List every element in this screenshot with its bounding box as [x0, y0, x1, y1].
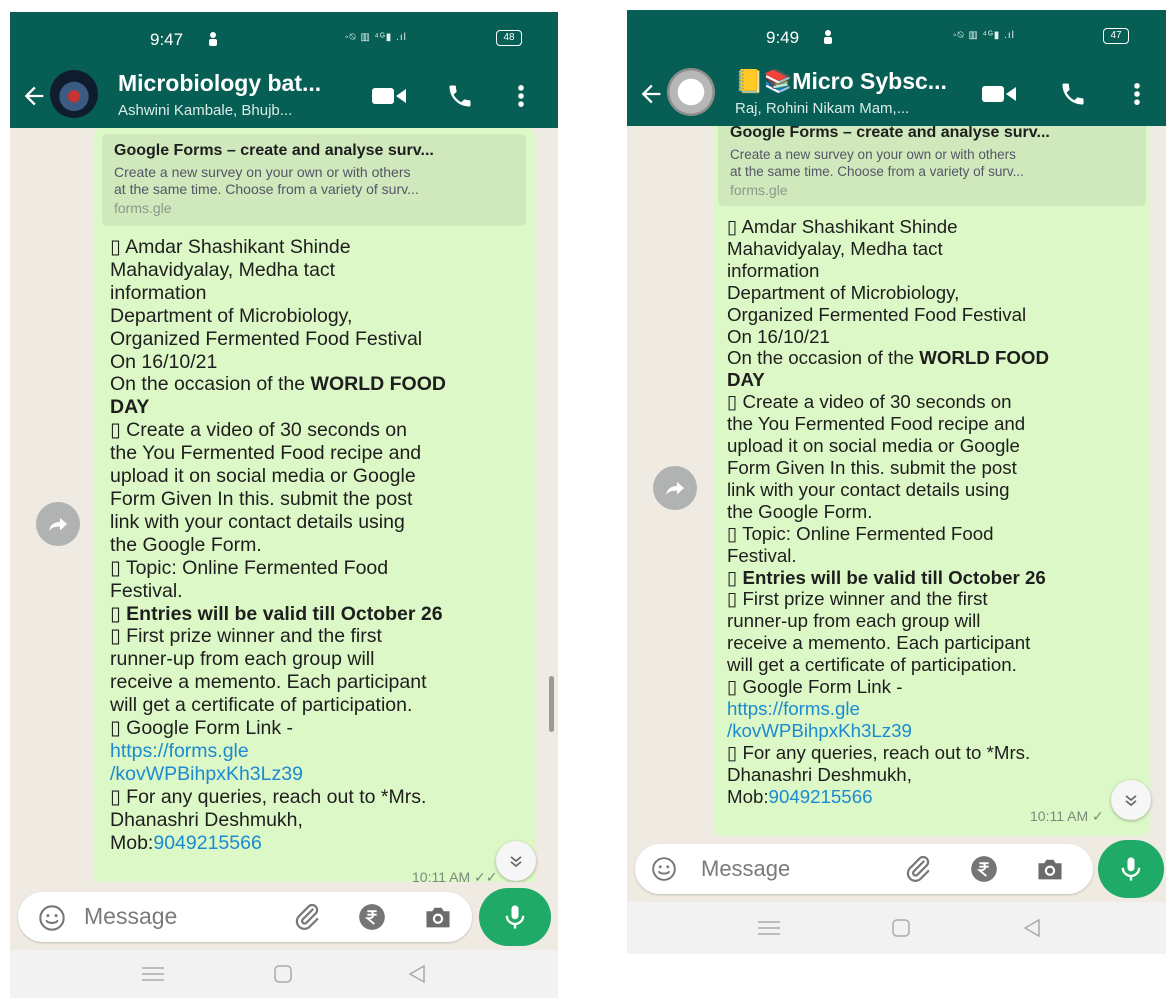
link-preview-desc-2: at the same time. Choose from a variety … — [114, 181, 419, 197]
link-preview-domain: forms.gle — [114, 200, 172, 216]
chat-header[interactable]: 📒📚Micro Sybsc... Raj, Rohini Nikam Mam,.… — [627, 62, 1166, 126]
back-nav-icon[interactable] — [408, 964, 426, 984]
system-nav-bar — [627, 902, 1166, 954]
group-avatar[interactable] — [50, 70, 98, 118]
message-placeholder: Message — [701, 856, 791, 881]
phone-link[interactable]: 9049215566 — [769, 786, 873, 807]
voice-call-icon[interactable] — [446, 82, 474, 110]
menu-nav-icon[interactable] — [758, 920, 780, 936]
link-preview-title: Google Forms – create and analyse surv..… — [114, 142, 434, 159]
video-call-icon[interactable] — [982, 82, 1016, 106]
status-bar: 9:47 ◦⍉ ▥ ⁴ᴳ▮ .ıl 48 — [10, 12, 558, 64]
title-emoji: 📒📚 — [735, 68, 793, 94]
link-preview-domain: forms.gle — [730, 182, 788, 198]
mic-icon — [505, 905, 525, 929]
rupee-payment-icon[interactable] — [970, 855, 998, 883]
scroll-down-icon — [510, 856, 522, 868]
link-preview-card[interactable]: Google Forms – create and analyse surv..… — [102, 134, 526, 226]
message-time: 10:11 AM ✓ — [1030, 808, 1104, 824]
camera-icon[interactable] — [1035, 855, 1065, 883]
message-input[interactable]: Message — [18, 892, 472, 942]
home-nav-icon[interactable] — [891, 918, 911, 938]
forward-icon — [49, 518, 67, 531]
link-preview-card[interactable]: Google Forms – create and analyse surv..… — [718, 126, 1146, 206]
back-nav-icon[interactable] — [1023, 918, 1041, 938]
message-bubble[interactable]: Google Forms – create and analyse surv..… — [94, 128, 535, 888]
link-preview-desc-1: Create a new survey on your own or with … — [730, 147, 1016, 162]
chat-header[interactable]: Microbiology bat... Ashwini Kambale, Bhu… — [10, 64, 558, 128]
battery-icon: 47 — [1103, 28, 1129, 44]
system-nav-bar — [10, 950, 558, 998]
message-text: ▯ Amdar Shashikant Shinde Mahavidyalay, … — [110, 236, 446, 854]
phone-link[interactable]: 9049215566 — [153, 832, 261, 854]
signal-icons: ◦⍉ ▥ ⁴ᴳ▮ .ıl — [953, 30, 1015, 41]
chat-title[interactable]: 📒📚Micro Sybsc... — [735, 68, 947, 95]
group-avatar[interactable] — [667, 68, 715, 116]
bullet: ▯ — [110, 236, 121, 258]
voice-call-icon[interactable] — [1059, 80, 1087, 108]
emoji-icon[interactable] — [651, 856, 677, 882]
status-bar: 9:49 ◦⍉ ▥ ⁴ᴳ▮ .ıl 47 — [627, 10, 1166, 62]
message-input[interactable]: Message — [635, 844, 1093, 894]
link-preview-desc-2: at the same time. Choose from a variety … — [730, 164, 1024, 179]
home-nav-icon[interactable] — [273, 964, 293, 984]
mic-button[interactable] — [479, 888, 551, 946]
back-arrow-icon[interactable] — [637, 80, 665, 108]
person-status-icon — [824, 30, 832, 44]
message-text: ▯ Amdar Shashikant Shinde Mahavidyalay, … — [727, 216, 1049, 807]
input-bar: Message — [10, 882, 558, 950]
forward-button[interactable] — [653, 466, 697, 510]
phone-screenshot-left: 9:47 ◦⍉ ▥ ⁴ᴳ▮ .ıl 48 Microbiology bat...… — [10, 12, 558, 998]
scroll-down-icon — [1125, 795, 1137, 807]
input-bar: Message — [627, 836, 1166, 902]
form-link[interactable]: https://forms.gle — [110, 740, 446, 763]
chat-title[interactable]: Microbiology bat... — [118, 70, 321, 97]
more-options-icon[interactable] — [1130, 80, 1144, 108]
form-link[interactable]: https://forms.gle — [727, 698, 1049, 720]
rupee-payment-icon[interactable] — [358, 903, 386, 931]
link-preview-title: Google Forms – create and analyse surv..… — [730, 126, 1050, 141]
link-preview-desc-1: Create a new survey on your own or with … — [114, 164, 411, 180]
chat-wallpaper: Google Forms – create and analyse surv..… — [627, 126, 1166, 836]
back-arrow-icon[interactable] — [20, 82, 48, 110]
message-placeholder: Message — [84, 903, 178, 929]
bullet: ▯ — [727, 216, 738, 237]
attach-icon[interactable] — [903, 854, 933, 884]
attach-icon[interactable] — [292, 902, 322, 932]
signal-icons: ◦⍉ ▥ ⁴ᴳ▮ .ıl — [345, 32, 407, 43]
menu-nav-icon[interactable] — [142, 966, 164, 982]
phone-screenshot-right: 9:49 ◦⍉ ▥ ⁴ᴳ▮ .ıl 47 📒📚Micro Sybsc... Ra… — [627, 10, 1166, 954]
status-time: 9:47 — [150, 30, 184, 49]
mic-button[interactable] — [1098, 840, 1164, 898]
person-status-icon — [209, 32, 217, 46]
form-link-cont[interactable]: /kovWPBihpxKh3Lz39 — [110, 763, 446, 786]
mic-icon — [1121, 857, 1141, 881]
camera-icon[interactable] — [423, 903, 453, 931]
battery-icon: 48 — [496, 30, 522, 46]
message-bubble[interactable]: Google Forms – create and analyse surv..… — [714, 126, 1150, 836]
forward-button[interactable] — [36, 502, 80, 546]
scrollbar-thumb[interactable] — [549, 676, 554, 732]
more-options-icon[interactable] — [514, 82, 528, 110]
scroll-down-button[interactable] — [1111, 780, 1151, 820]
scroll-down-button[interactable] — [496, 841, 536, 881]
chat-subtitle[interactable]: Raj, Rohini Nikam Mam,... — [735, 100, 909, 117]
form-link-cont[interactable]: /kovWPBihpxKh3Lz39 — [727, 720, 1049, 742]
chat-subtitle[interactable]: Ashwini Kambale, Bhujb... — [118, 102, 292, 119]
status-time: 9:49 — [766, 28, 800, 47]
forward-icon — [666, 482, 684, 495]
chat-wallpaper: Google Forms – create and analyse surv..… — [10, 128, 558, 918]
emoji-icon[interactable] — [38, 904, 66, 932]
video-call-icon[interactable] — [372, 84, 406, 108]
